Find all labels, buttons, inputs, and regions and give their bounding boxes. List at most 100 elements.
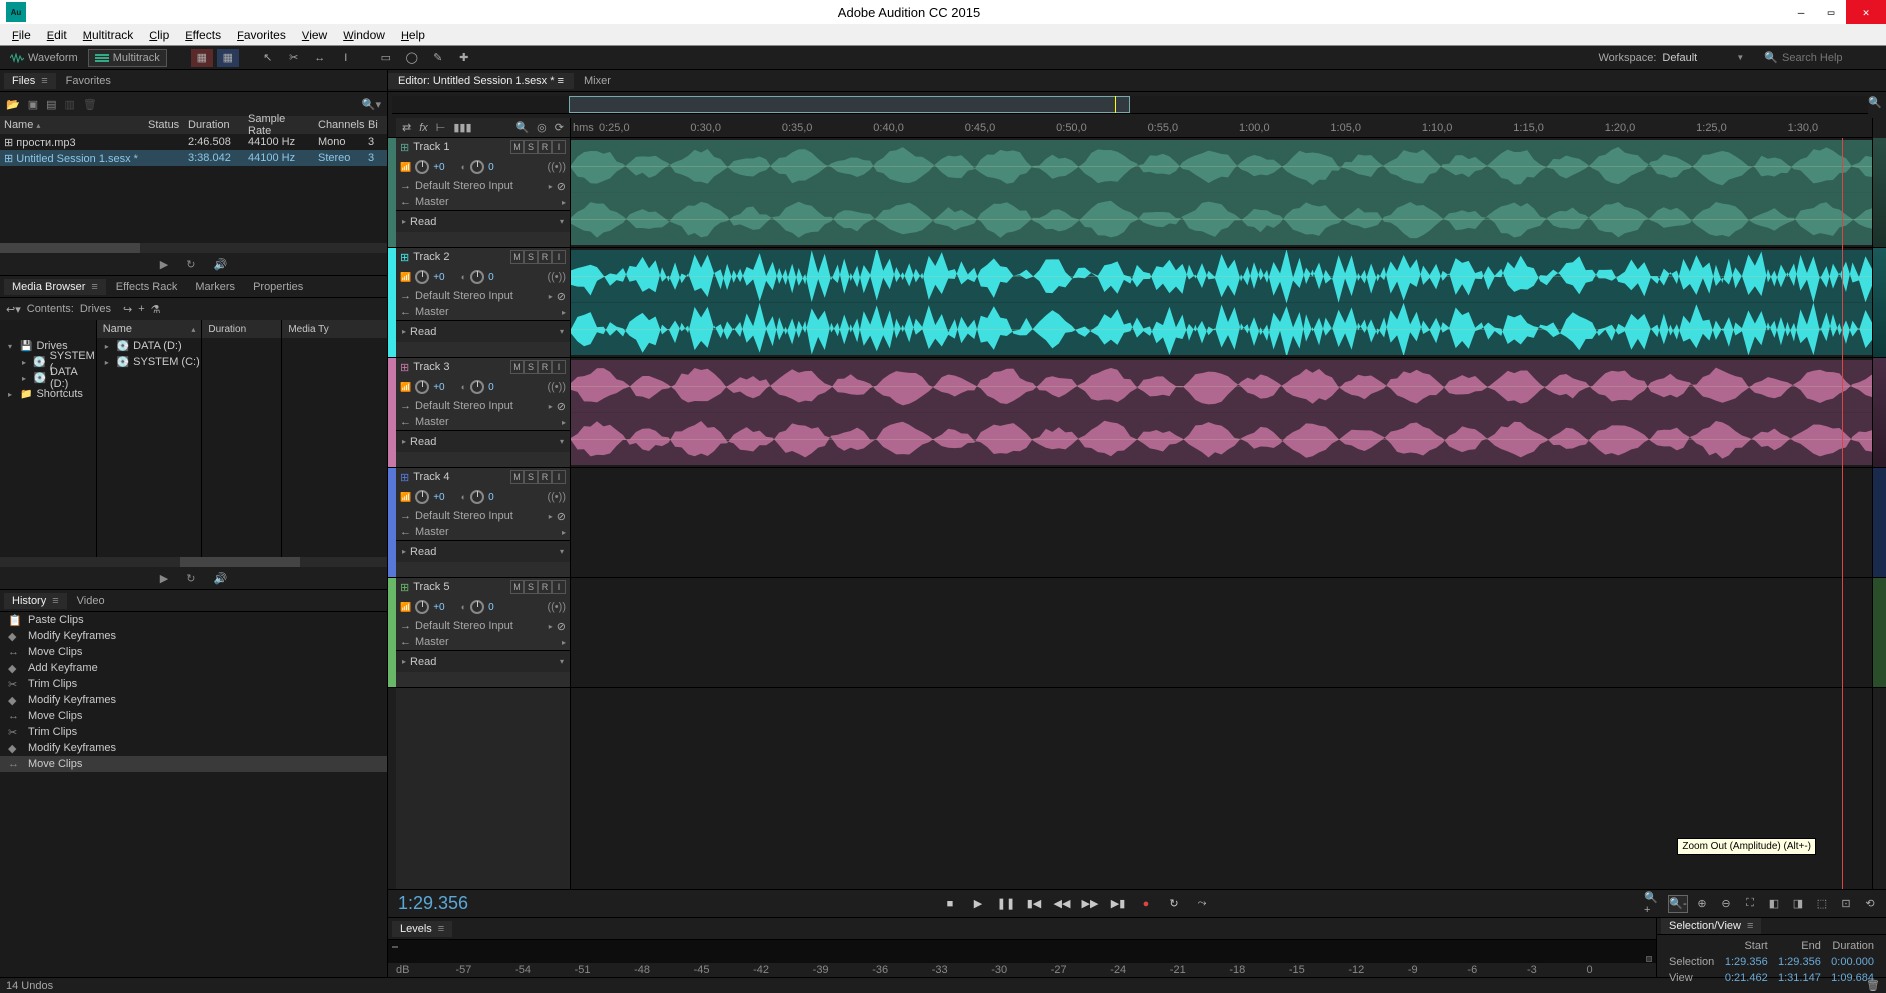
go-start-button[interactable]: ▮◀ [1024,895,1044,913]
pause-button[interactable]: ❚❚ [996,895,1016,913]
track-output[interactable]: Master [415,416,449,428]
mute-button[interactable]: M [510,250,524,264]
razor-tool[interactable]: ✂ [283,49,305,67]
automation-mode[interactable]: Read [410,656,436,668]
volume-value[interactable]: +0 [433,602,444,613]
fx-toggle-icon[interactable]: ⇄ [402,121,411,134]
spectral-toggle-1[interactable]: ▦ [191,49,213,67]
trash-icon[interactable]: 🗑 [1866,979,1880,992]
history-item[interactable]: ◆Add Keyframe [0,660,387,676]
automation-mode[interactable]: Read [410,216,436,228]
automation-expand-icon[interactable]: ▸ [402,217,406,226]
track-name[interactable]: Track 5 [413,581,506,593]
automation-expand-icon[interactable]: ▸ [402,657,406,666]
solo-button[interactable]: S [524,580,538,594]
levels-meter[interactable] [388,940,1656,963]
menu-help[interactable]: Help [393,26,433,44]
stereo-icon[interactable]: ((•)) [547,161,566,173]
tab-selection-view[interactable]: Selection/View≡ [1661,918,1761,934]
tab-effects-rack[interactable]: Effects Rack [108,279,186,295]
mb-new-icon[interactable]: + [138,303,144,315]
time-ruler[interactable]: hms 0:25,00:30,00:35,00:40,00:45,00:50,0… [571,118,1872,138]
zoom-out-full-icon[interactable]: ⬚ [1812,895,1832,913]
history-item[interactable]: ◆Modify Keyframes [0,628,387,644]
solo-button[interactable]: S [524,250,538,264]
automation-mode[interactable]: Read [410,436,436,448]
view-end[interactable]: 1:31.147 [1774,971,1825,985]
overview-navigator[interactable] [392,96,1868,114]
menu-clip[interactable]: Clip [141,26,177,44]
tab-history[interactable]: History≡ [4,593,67,609]
menu-view[interactable]: View [294,26,335,44]
audio-clip[interactable] [571,140,1872,245]
volume-value[interactable]: +0 [433,382,444,393]
mb-filter-icon[interactable]: ⚗ [151,303,161,316]
mb-loop-icon[interactable]: ↻ [186,572,195,585]
record-arm-button[interactable]: R [538,250,552,264]
automation-mode[interactable]: Read [410,546,436,558]
new-multitrack-icon[interactable]: ▤ [46,98,56,111]
volume-value[interactable]: +0 [433,272,444,283]
menu-favorites[interactable]: Favorites [229,26,294,44]
workspace-select[interactable]: Default [1662,52,1732,64]
history-item[interactable]: ↔Move Clips [0,756,387,772]
brush-tool[interactable]: ✎ [427,49,449,67]
files-loop-icon[interactable]: ↻ [186,258,195,271]
track-lane[interactable] [571,578,1872,688]
automation-expand-icon[interactable]: ▸ [402,327,406,336]
record-arm-button[interactable]: R [538,580,552,594]
menu-effects[interactable]: Effects [177,26,229,44]
monitor-button[interactable]: I [552,360,566,374]
record-arm-button[interactable]: R [538,140,552,154]
files-autoplay-icon[interactable]: 🔊 [213,258,227,271]
track-grip-icon[interactable]: ⊞ [400,361,409,374]
stereo-icon[interactable]: ((•)) [547,491,566,503]
fx-send-icon[interactable]: ⊢ [436,121,446,134]
spectral-toggle-2[interactable]: ▦ [217,49,239,67]
track-name[interactable]: Track 4 [413,471,506,483]
track-grip-icon[interactable]: ⊞ [400,471,409,484]
track-output[interactable]: Master [415,196,449,208]
track-lane[interactable] [571,358,1872,468]
multitrack-mode-button[interactable]: Multitrack [88,49,167,67]
tab-video[interactable]: Video [69,593,113,609]
tab-files[interactable]: Files≡ [4,73,56,89]
track-output[interactable]: Master [415,306,449,318]
zoom-out-time-icon[interactable]: 🔍- [1668,895,1688,913]
record-arm-button[interactable]: R [538,360,552,374]
amplitude-scale[interactable] [1872,118,1886,889]
automation-expand-icon[interactable]: ▸ [402,437,406,446]
search-input[interactable] [1782,52,1882,64]
fx-search-icon[interactable]: 🔍 [515,121,529,134]
fx-snap-icon[interactable]: ◎ [537,121,547,134]
waveform-mode-button[interactable]: Waveform [4,50,84,66]
stereo-icon[interactable]: ((•)) [547,271,566,283]
col-name[interactable]: Name ▴ [0,119,144,131]
mute-button[interactable]: M [510,140,524,154]
mute-button[interactable]: M [510,580,524,594]
record-file-icon[interactable]: ▣ [28,98,38,111]
volume-knob[interactable] [415,380,429,394]
pan-knob[interactable] [470,600,484,614]
history-item[interactable]: 📋Paste Clips [0,612,387,628]
view-start[interactable]: 0:21.462 [1721,971,1772,985]
sel-start[interactable]: 1:29.356 [1721,955,1772,969]
track-name[interactable]: Track 2 [413,251,506,263]
move-tool[interactable]: ↖ [257,49,279,67]
track-lane[interactable] [571,138,1872,248]
history-item[interactable]: ✂Trim Clips [0,676,387,692]
monitor-button[interactable]: I [552,580,566,594]
col-duration[interactable]: Duration [184,119,244,131]
track-lane[interactable] [571,468,1872,578]
mb-play-icon[interactable]: ▶ [160,572,168,585]
mb-fwd-icon[interactable]: ↪ [123,303,132,316]
browse-system[interactable]: ▸💽 SYSTEM (C:) [97,354,202,370]
solo-button[interactable]: S [524,360,538,374]
open-file-icon[interactable]: 📂 [6,98,20,111]
track-output[interactable]: Master [415,526,449,538]
mute-button[interactable]: M [510,470,524,484]
mb-autoplay-icon[interactable]: 🔊 [213,572,227,585]
zoom-in-amp-icon[interactable]: ⊕ [1692,895,1712,913]
files-hscroll[interactable] [0,243,387,253]
stereo-icon[interactable]: ((•)) [547,601,566,613]
